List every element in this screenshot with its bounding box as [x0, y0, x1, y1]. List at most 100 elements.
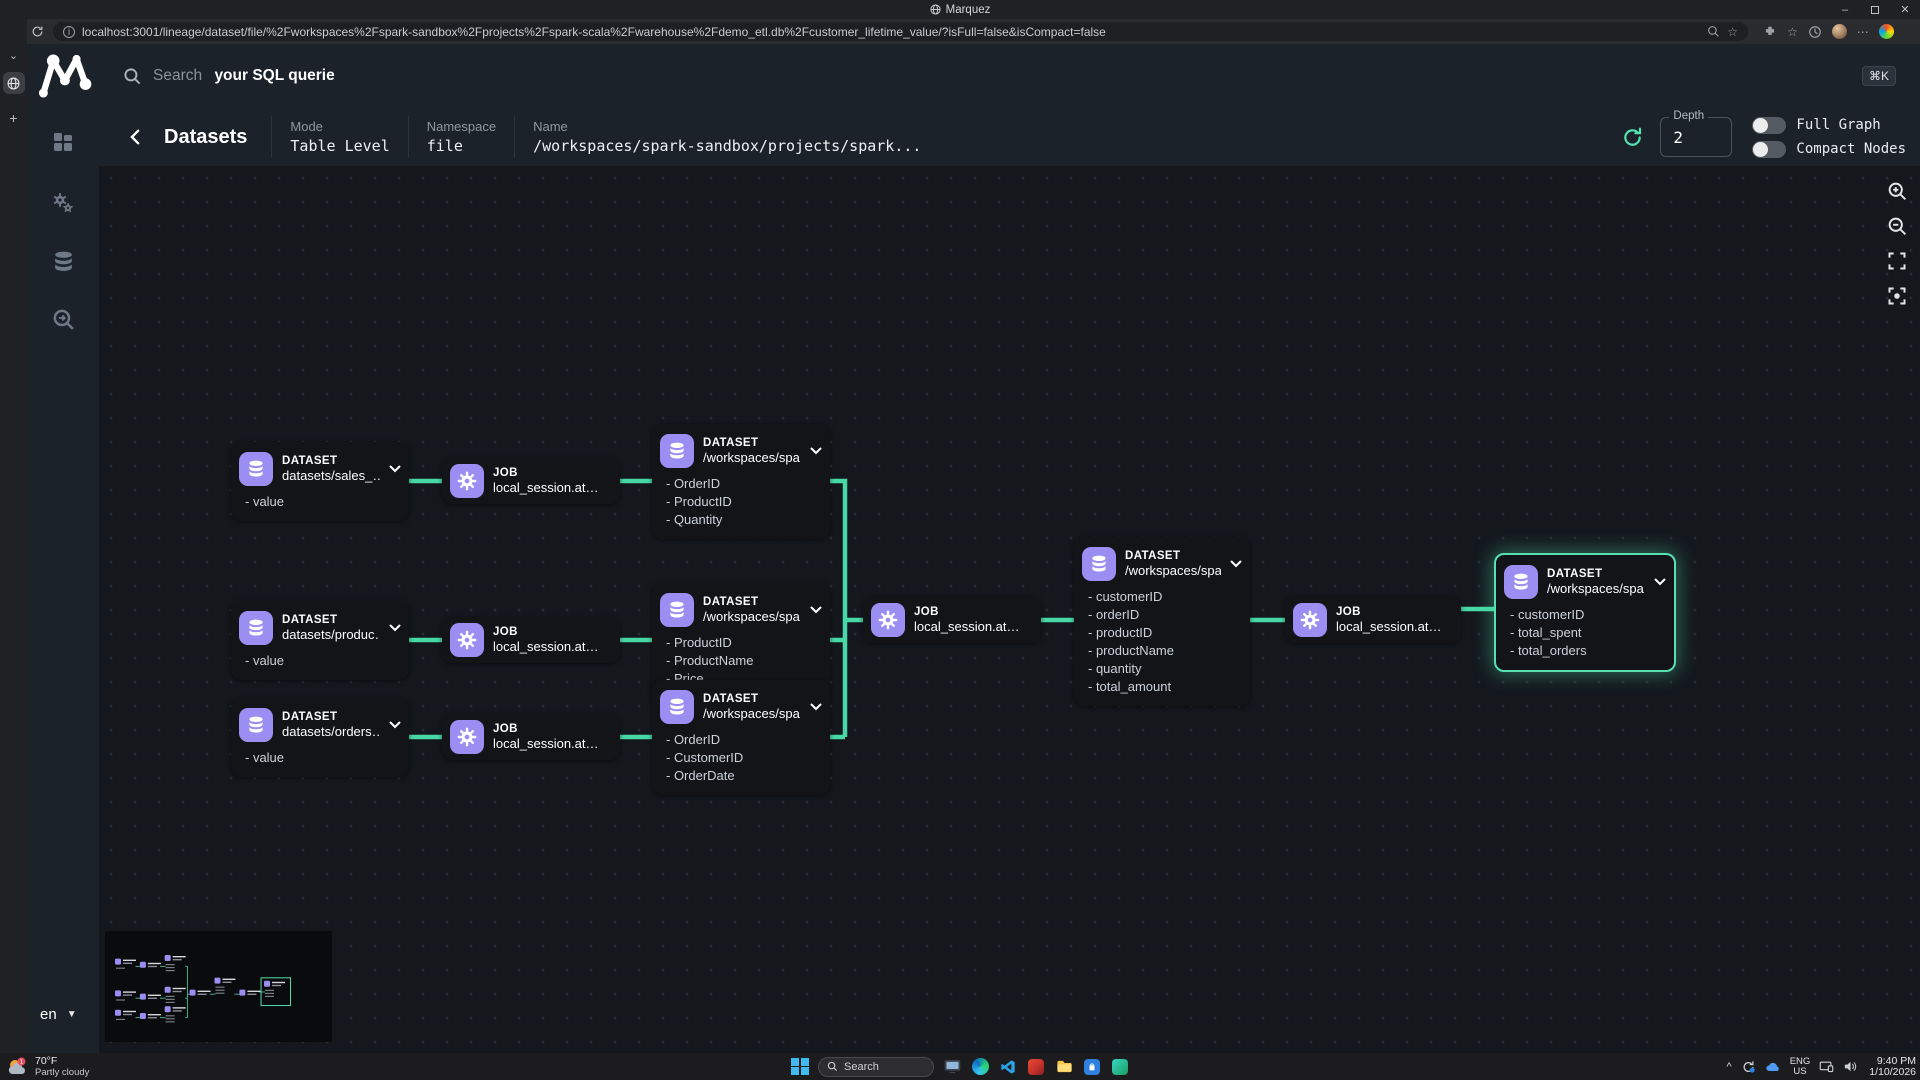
- node-type-label: DATASET: [282, 614, 380, 626]
- chevron-down-icon[interactable]: [1654, 578, 1666, 586]
- database-icon: [51, 249, 76, 274]
- gear-icon: [450, 720, 484, 754]
- full-graph-toggle[interactable]: [1752, 117, 1786, 134]
- language-tray-indicator[interactable]: ENG US: [1790, 1057, 1811, 1077]
- job-node-job-sales[interactable]: JOBlocal_session.at…: [442, 458, 620, 504]
- file-explorer-icon[interactable]: [1054, 1057, 1074, 1077]
- dataset-node-ds-row1[interactable]: DATASET/workspaces/spa…- OrderID- Produc…: [652, 424, 830, 539]
- dataset-node-ds-orders[interactable]: DATASETdatasets/orders…- value: [231, 698, 409, 777]
- vscode-icon[interactable]: [998, 1057, 1018, 1077]
- office-app-icon[interactable]: [1026, 1057, 1046, 1077]
- node-name: local_session.at…: [493, 639, 599, 654]
- node-type-label: JOB: [914, 606, 1020, 618]
- close-button[interactable]: ✕: [1890, 0, 1920, 19]
- dataset-node-ds-enriched[interactable]: DATASET/workspaces/spa…- customerID- ord…: [1074, 537, 1250, 706]
- edge-browser-icon[interactable]: [970, 1057, 990, 1077]
- chevron-down-icon[interactable]: [1230, 560, 1242, 568]
- database-icon: [1504, 565, 1538, 599]
- onedrive-cloud-icon[interactable]: [1765, 1061, 1781, 1073]
- taskbar-search[interactable]: Search: [818, 1057, 934, 1077]
- node-field-list: - OrderID- CustomerID- OrderDate: [666, 731, 822, 785]
- job-node-job-products[interactable]: JOBlocal_session.at…: [442, 617, 620, 663]
- sidebar-item-dashboard[interactable]: [27, 130, 99, 154]
- site-info-icon[interactable]: i: [63, 26, 75, 38]
- zoom-page-icon[interactable]: [1707, 25, 1720, 38]
- chevron-down-icon[interactable]: [810, 447, 822, 455]
- refresh-icon: [1621, 126, 1644, 149]
- bookmark-star-icon[interactable]: ☆: [1727, 25, 1738, 39]
- node-field: - OrderDate: [666, 767, 822, 785]
- sidebar-item-search[interactable]: [27, 307, 99, 332]
- copilot-icon[interactable]: [1879, 24, 1894, 39]
- profile-avatar[interactable]: [1832, 24, 1847, 39]
- weather-widget[interactable]: 1 70°F Partly cloudy: [6, 1053, 89, 1080]
- sync-tray-icon[interactable]: [1741, 1060, 1756, 1074]
- cast-device-icon[interactable]: [1819, 1060, 1834, 1073]
- database-icon: [660, 434, 694, 468]
- node-field: - ProductName: [666, 652, 822, 670]
- tray-lang-line1: ENG: [1790, 1057, 1811, 1067]
- start-button[interactable]: [790, 1057, 810, 1077]
- browser-titlebar: Marquez – ✕: [0, 0, 1920, 19]
- dataset-node-ds-products[interactable]: DATASETdatasets/produc…- value: [231, 601, 409, 680]
- new-tab-icon[interactable]: +: [9, 110, 17, 126]
- mode-label: Mode: [290, 119, 389, 134]
- zoom-in-button[interactable]: [1886, 180, 1908, 202]
- compact-nodes-toggle[interactable]: [1752, 141, 1786, 158]
- node-field: - Quantity: [666, 511, 822, 529]
- task-view-button[interactable]: [942, 1057, 962, 1077]
- extension-icon[interactable]: [1763, 25, 1777, 39]
- sidebar-item-jobs[interactable]: [27, 191, 99, 217]
- active-tab[interactable]: [3, 72, 25, 94]
- clock-widget[interactable]: 9:40 PM 1/10/2026: [1869, 1056, 1916, 1078]
- job-node-job-join[interactable]: JOBlocal_session.at…: [863, 597, 1041, 643]
- dataset-node-ds-row3[interactable]: DATASET/workspaces/spa…- OrderID- Custom…: [652, 680, 830, 795]
- taskbar: 1 70°F Partly cloudy Search: [0, 1053, 1920, 1080]
- language-selector[interactable]: en ▼: [40, 1006, 77, 1023]
- fit-view-button[interactable]: [1886, 250, 1908, 272]
- maximize-button[interactable]: [1860, 0, 1890, 19]
- refresh-button[interactable]: [1621, 126, 1644, 149]
- back-button[interactable]: [129, 128, 142, 146]
- zoom-out-button[interactable]: [1886, 215, 1908, 237]
- node-field: - ProductID: [666, 493, 822, 511]
- reload-icon[interactable]: [31, 25, 44, 38]
- mode-block: Mode Table Level: [272, 119, 407, 155]
- more-menu-icon[interactable]: ⋯: [1857, 25, 1869, 39]
- dataset-node-ds-sales[interactable]: DATASETdatasets/sales_…- value: [231, 442, 409, 521]
- center-view-button[interactable]: [1886, 285, 1908, 307]
- speaker-icon[interactable]: [1843, 1060, 1858, 1073]
- compact-nodes-label: Compact Nodes: [1796, 141, 1906, 157]
- minimap[interactable]: [105, 931, 332, 1042]
- minimize-button[interactable]: –: [1830, 0, 1860, 19]
- hidden-icons-chevron[interactable]: ^: [1727, 1061, 1732, 1073]
- collapse-tabs-icon[interactable]: ⌄: [9, 49, 18, 62]
- green-app-icon[interactable]: [1110, 1057, 1130, 1077]
- favorites-icon[interactable]: ☆: [1787, 25, 1798, 39]
- chevron-down-icon[interactable]: [389, 624, 401, 632]
- lineage-toolbar: Datasets Mode Table Level Namespace file…: [99, 108, 1920, 166]
- database-icon: [1082, 547, 1116, 581]
- history-clock-icon[interactable]: [1808, 25, 1822, 39]
- sql-search-bar[interactable]: Search your SQL querie ⌘K: [99, 44, 1920, 108]
- store-app-icon[interactable]: [1082, 1057, 1102, 1077]
- page-title: Datasets: [164, 126, 247, 149]
- center-view-icon: [1887, 286, 1907, 306]
- chevron-down-icon[interactable]: [810, 606, 822, 614]
- address-bar[interactable]: i localhost:3001/lineage/dataset/file/%2…: [53, 22, 1748, 41]
- job-node-job-orders[interactable]: JOBlocal_session.at…: [442, 714, 620, 760]
- search-icon: [123, 67, 142, 86]
- chevron-down-icon[interactable]: [810, 703, 822, 711]
- sidebar-item-datasets[interactable]: [27, 249, 99, 274]
- chevron-down-icon[interactable]: [389, 721, 401, 729]
- node-type-label: DATASET: [703, 693, 801, 705]
- dataset-node-ds-clv[interactable]: DATASET/workspaces/spa…- customerID- tot…: [1494, 553, 1676, 672]
- url-text[interactable]: localhost:3001/lineage/dataset/file/%2Fw…: [82, 25, 1700, 39]
- node-name: datasets/orders…: [282, 724, 380, 739]
- search-arrow-icon: [51, 307, 76, 332]
- namespace-block: Namespace file: [409, 119, 514, 155]
- job-node-job-clv[interactable]: JOBlocal_session.at…: [1285, 597, 1461, 643]
- chevron-down-icon[interactable]: [389, 465, 401, 473]
- depth-input[interactable]: Depth 2: [1660, 117, 1732, 157]
- depth-value[interactable]: 2: [1661, 118, 1731, 147]
